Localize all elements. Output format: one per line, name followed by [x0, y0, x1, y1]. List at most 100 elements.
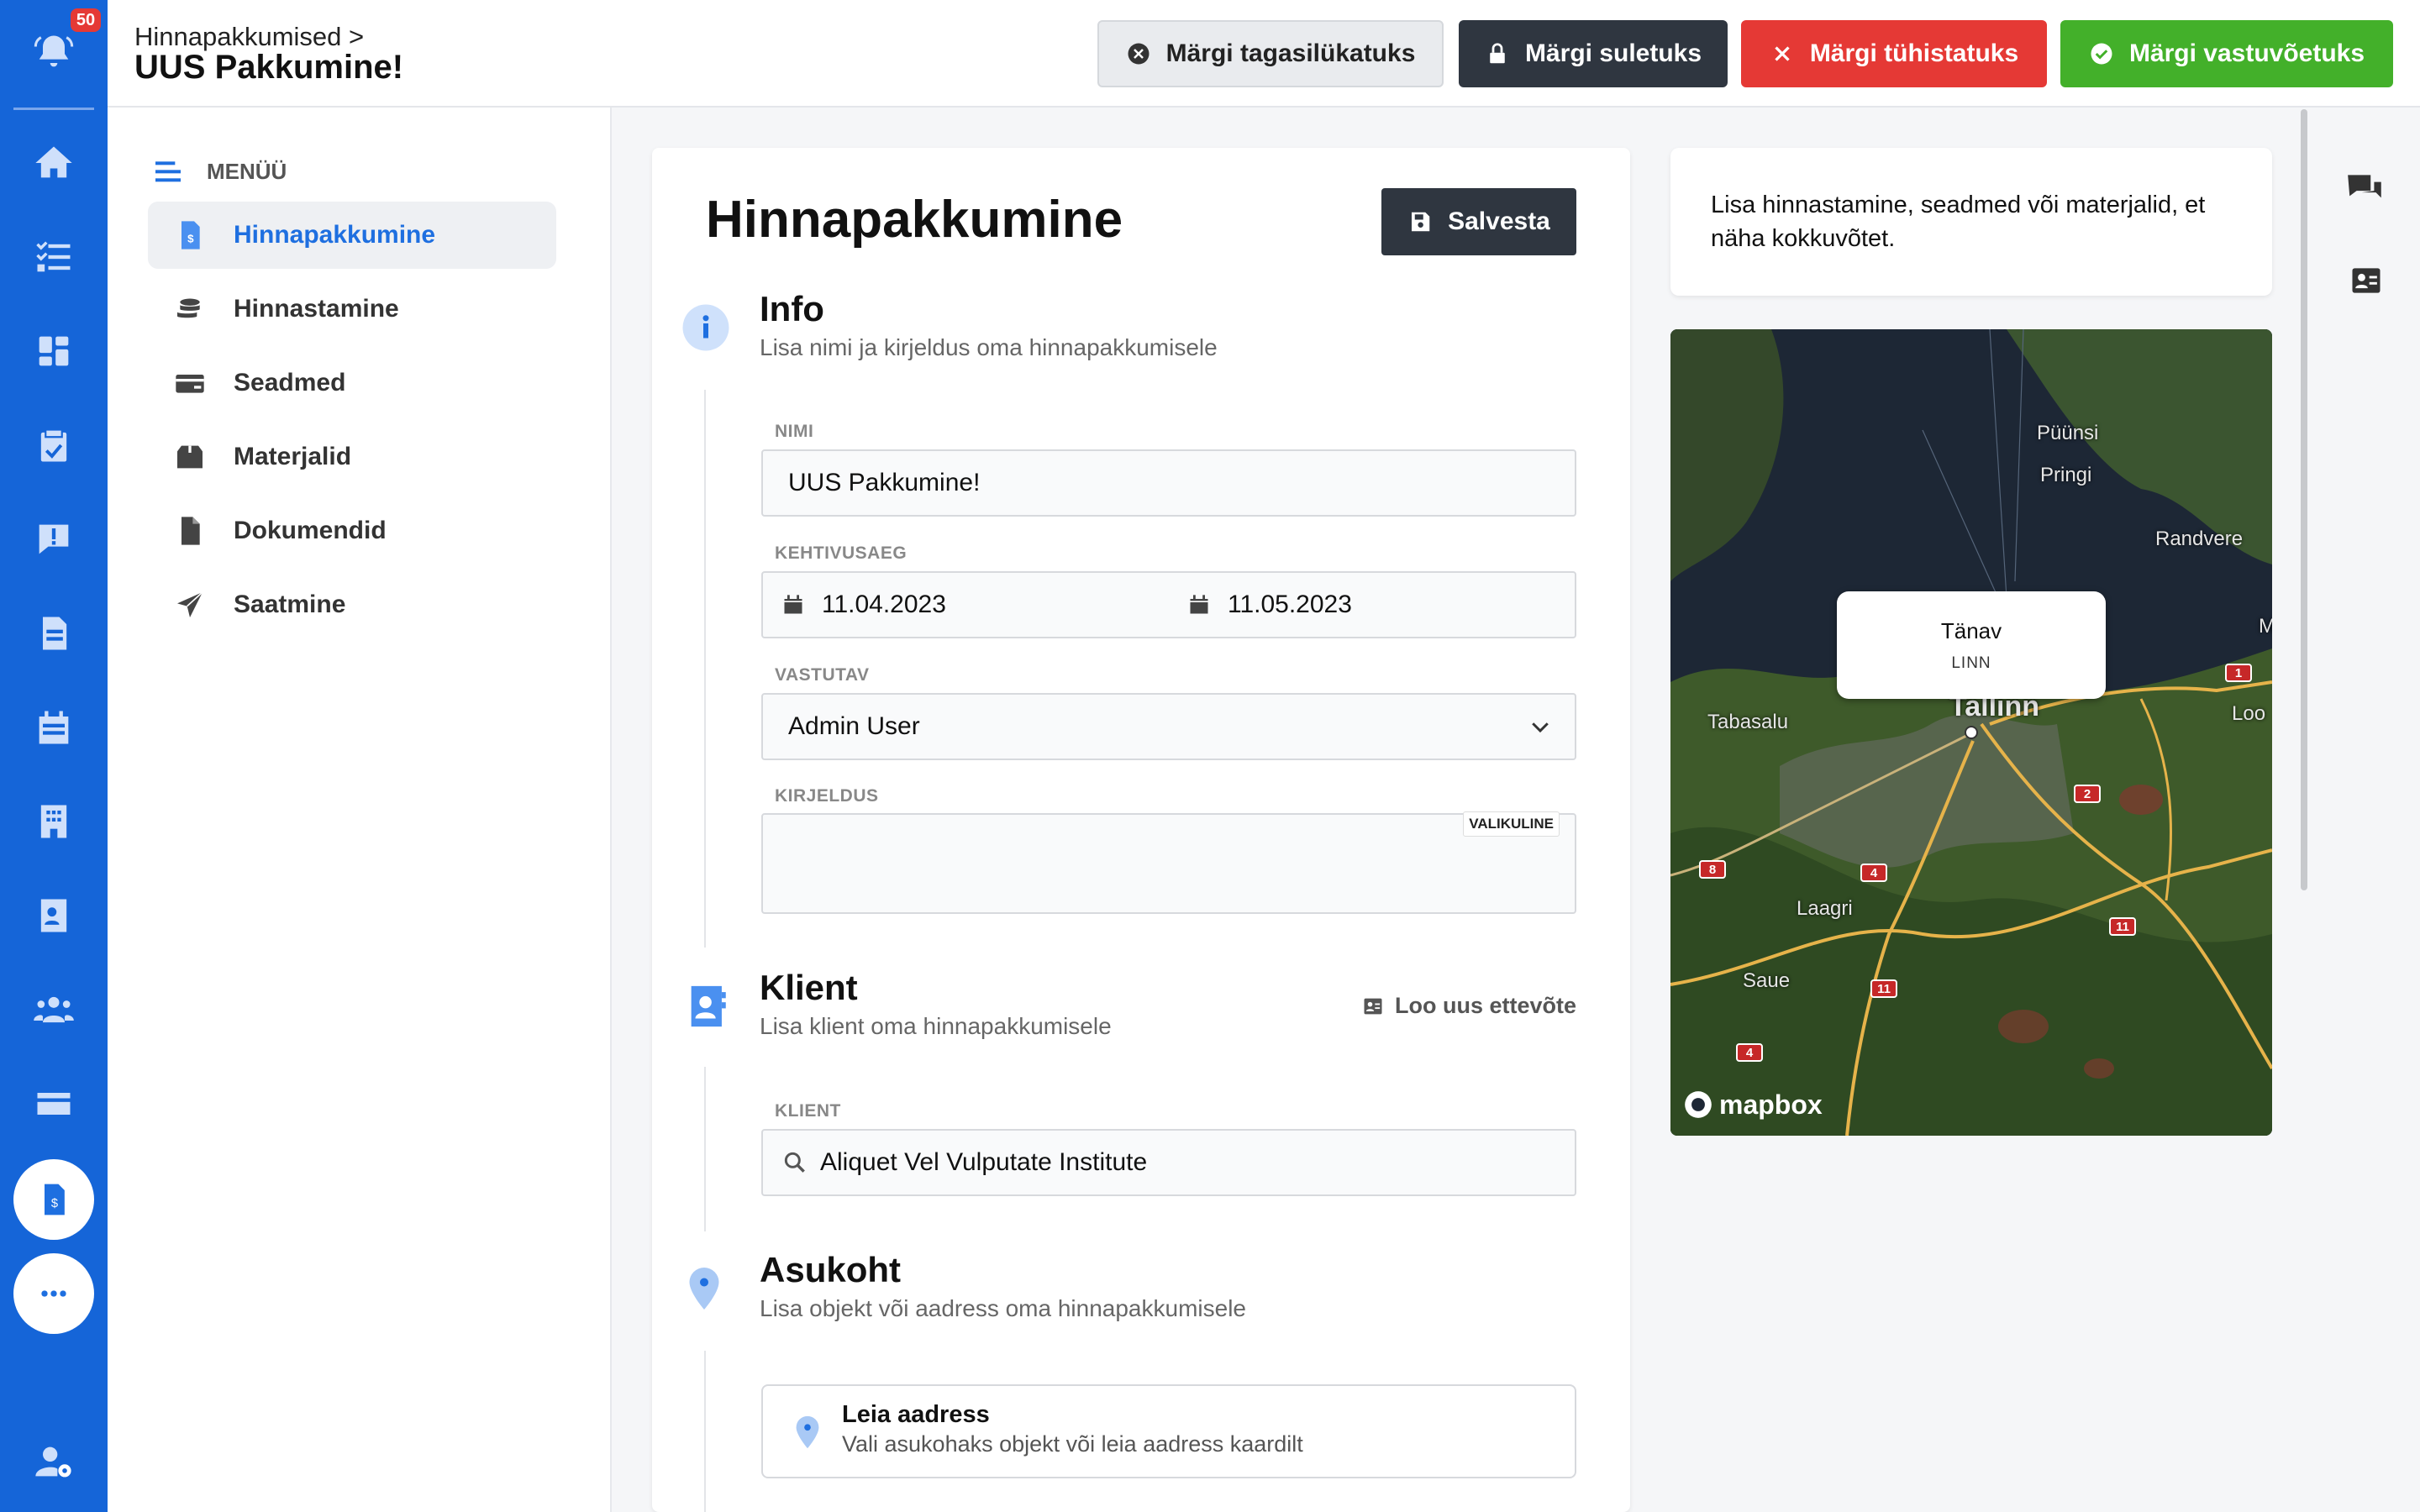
breadcrumb[interactable]: Hinnapakkumised > [134, 22, 364, 52]
client-section-title: Klient [760, 968, 858, 1007]
validity-date-range: 11.04.2023 11.05.2023 [761, 571, 1576, 638]
find-address-option[interactable]: Leia aadress Vali asukohaks objekt või l… [761, 1384, 1576, 1478]
name-value: UUS Pakkumine! [788, 469, 981, 496]
map-place-label: Tabasalu [1707, 711, 1789, 733]
send-icon [177, 591, 203, 617]
mapbox-attribution[interactable]: mapbox [1682, 1089, 1823, 1121]
menu-item-dokumendid[interactable]: Dokumendid [148, 497, 556, 564]
save-button[interactable]: Salvesta [1381, 188, 1576, 255]
menu-item-label: Hinnastamine [234, 295, 399, 323]
check-circle-icon [2091, 43, 2112, 65]
mark-rejected-button[interactable]: Märgi tagasilükatuks [1097, 20, 1444, 87]
price-quote-nav-button[interactable]: $ [13, 1159, 94, 1240]
find-address-title: Leia aadress [842, 1401, 990, 1428]
location-pin-icon [679, 1263, 729, 1314]
location-map[interactable]: Püünsi Pringi Randvere Tabasalu Tallinn … [1670, 329, 2272, 1136]
road-number-badge: 4 [1736, 1043, 1763, 1062]
search-icon [784, 1152, 805, 1173]
menu-item-label: Seadmed [234, 369, 346, 396]
road-number-badge: 1 [2225, 664, 2252, 682]
road-number-badge: 8 [1699, 860, 1726, 879]
location-section-title: Asukoht [760, 1250, 901, 1289]
form-title: Hinnapakkumine [706, 191, 1123, 249]
chat-bubbles-icon[interactable] [2344, 168, 2386, 214]
menu-item-hinnapakkumine[interactable]: $ Hinnapakkumine [148, 202, 556, 269]
page-scrollbar[interactable] [2301, 109, 2307, 890]
client-card-icon [682, 981, 733, 1032]
mark-closed-label: Märgi suletuks [1524, 39, 1702, 67]
save-label: Salvesta [1448, 207, 1550, 235]
client-field-label: KLIENT [775, 1101, 841, 1121]
calendar-icon[interactable] [0, 694, 108, 761]
mark-rejected-label: Märgi tagasilükatuks [1165, 39, 1416, 67]
client-search-input[interactable]: Aliquet Vel Vulputate Institute [761, 1129, 1576, 1196]
circle-x-icon [1128, 43, 1150, 65]
date-from-value: 11.04.2023 [822, 591, 946, 618]
mark-accepted-label: Märgi vastuvõetuks [2128, 39, 2365, 67]
mark-accepted-button[interactable]: Märgi vastuvõetuks [2060, 20, 2393, 87]
box-icon [177, 445, 203, 469]
device-icon [176, 375, 204, 393]
name-label: NIMI [775, 422, 814, 441]
info-section-line [704, 390, 706, 948]
location-pin-icon [796, 1415, 819, 1449]
svg-text:$: $ [187, 232, 194, 244]
client-value: Aliquet Vel Vulputate Institute [820, 1148, 1148, 1176]
tasks-list-icon[interactable] [0, 223, 108, 291]
description-textarea[interactable]: VALIKULINE [761, 811, 1576, 914]
responsible-value: Admin User [788, 712, 920, 740]
create-company-link[interactable]: Loo uus ettevõte [1361, 993, 1576, 1019]
users-group-icon[interactable] [0, 976, 108, 1043]
calendar-icon [1190, 595, 1208, 614]
mark-closed-button[interactable]: Märgi suletuks [1459, 20, 1728, 87]
description-label: KIRJELDUS [775, 786, 879, 806]
home-icon[interactable] [0, 129, 108, 197]
menu-item-label: Hinnapakkumine [234, 221, 436, 249]
responsible-select[interactable]: Admin User [761, 693, 1576, 760]
more-options-button[interactable] [13, 1253, 94, 1334]
info-section-subtitle: Lisa nimi ja kirjeldus oma hinnapakkumis… [760, 334, 1218, 360]
mapbox-logo-icon [1685, 1091, 1712, 1118]
contacts-book-icon[interactable] [0, 882, 108, 949]
devices-icon[interactable] [0, 1070, 108, 1137]
user-settings-icon[interactable] [0, 1428, 108, 1495]
map-place-label: Pringi [2040, 464, 2092, 486]
road-number-badge: 11 [2109, 917, 2136, 936]
date-to-input[interactable]: 11.05.2023 [1187, 573, 1574, 637]
contact-card-icon[interactable] [2348, 262, 2385, 303]
contact-card-icon [1364, 998, 1382, 1014]
issue-report-icon[interactable] [0, 506, 108, 573]
road-number-badge: 4 [1860, 864, 1887, 882]
top-header: Hinnapakkumised > UUS Pakkumine! Märgi t… [108, 0, 2420, 108]
floppy-disk-icon [1412, 212, 1430, 232]
menu-item-label: Dokumendid [234, 517, 387, 544]
app-nav-rail: 50 $ [0, 0, 108, 1512]
menu-item-seadmed[interactable]: Seadmed [148, 349, 556, 417]
map-location-popup[interactable]: Tänav LINN [1837, 591, 2106, 699]
map-place-label: Püünsi [2037, 422, 2099, 444]
menu-header[interactable]: MENÜÜ [151, 155, 287, 188]
optional-badge: VALIKULINE [1463, 811, 1560, 837]
clipboard-check-icon[interactable] [0, 412, 108, 479]
menu-item-label: Materjalid [234, 443, 352, 470]
mark-cancelled-button[interactable]: Märgi tühistatuks [1741, 20, 2047, 87]
date-from-input[interactable]: 11.04.2023 [781, 573, 1168, 637]
map-place-label: M [2259, 615, 2272, 638]
info-icon [681, 302, 731, 353]
building-icon[interactable] [0, 788, 108, 855]
name-input[interactable]: UUS Pakkumine! [761, 449, 1576, 517]
road-number-badge: 2 [2074, 785, 2101, 803]
menu-item-materjalid[interactable]: Materjalid [148, 423, 556, 491]
rail-divider [13, 108, 94, 110]
dashboard-icon[interactable] [0, 318, 108, 385]
summary-hint-text: Lisa hinnastamine, seadmed või materjali… [1711, 192, 2206, 252]
close-icon [1775, 46, 1790, 61]
menu-item-hinnastamine[interactable]: Hinnastamine [148, 276, 556, 343]
document-list-icon[interactable] [0, 600, 108, 667]
page-title: UUS Pakkumine! [134, 49, 404, 86]
summary-hint-card: Lisa hinnastamine, seadmed või materjali… [1670, 148, 2272, 296]
notification-count-badge: 50 [71, 8, 101, 32]
file-icon [182, 517, 200, 545]
menu-item-saatmine[interactable]: Saatmine [148, 571, 556, 638]
info-section-title: Info [760, 289, 824, 328]
